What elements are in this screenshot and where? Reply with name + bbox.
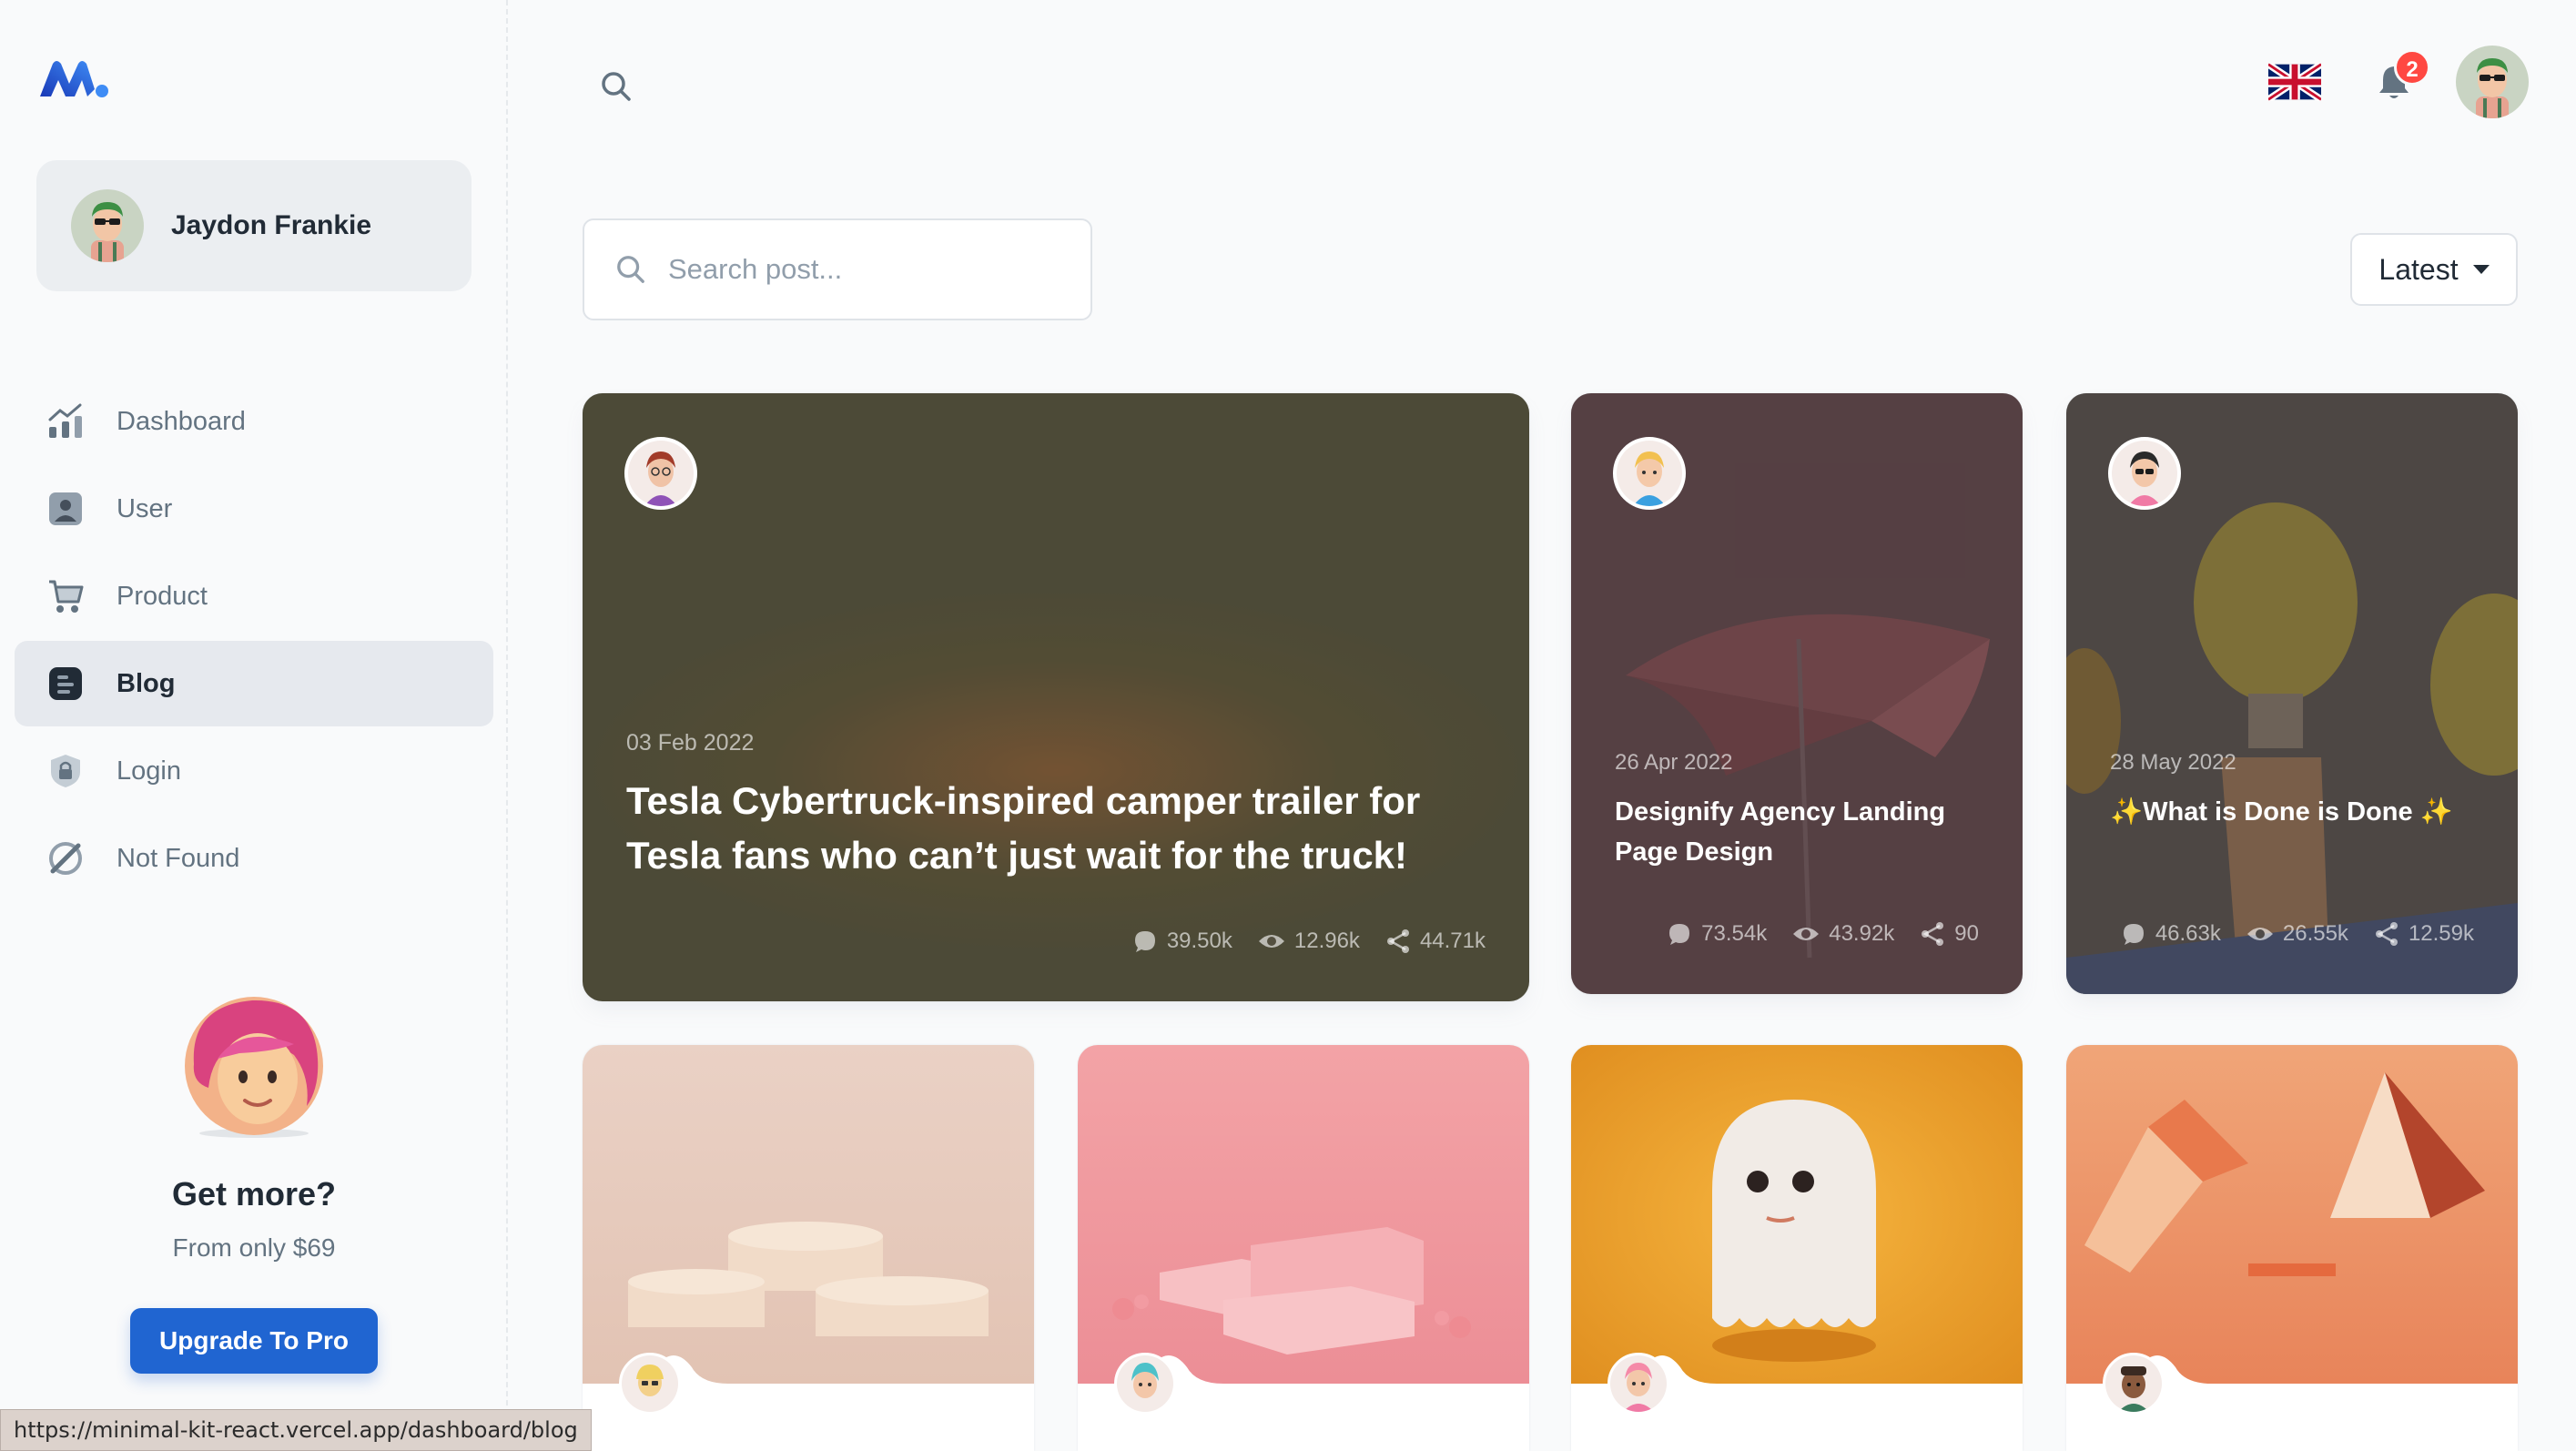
logo-icon[interactable] bbox=[36, 56, 109, 102]
user-avatar[interactable] bbox=[2456, 46, 2529, 118]
account-avatar bbox=[71, 189, 144, 262]
post-stats: 39.50k 12.96k 44.71k bbox=[1132, 928, 1486, 954]
promo-section: Get more? From only $69 Upgrade To Pro bbox=[0, 988, 508, 1374]
post-author-avatar[interactable] bbox=[2103, 1353, 2165, 1415]
status-url: https://minimal-kit-react.vercel.app/das… bbox=[0, 1409, 592, 1451]
nav-list: Dashboard User Product Blog Login Not Fo… bbox=[15, 379, 493, 903]
comments-stat: 39.50k bbox=[1132, 928, 1232, 954]
nav-item-not-found[interactable]: Not Found bbox=[15, 816, 493, 901]
nav-label: Login bbox=[117, 756, 181, 786]
lock-icon bbox=[46, 751, 86, 791]
post-card-featured[interactable]: 03 Feb 2022 Tesla Cybertruck-inspired ca… bbox=[583, 393, 1529, 1001]
cart-icon bbox=[46, 576, 86, 616]
account-card[interactable]: Jaydon Frankie bbox=[36, 160, 472, 291]
upgrade-button[interactable]: Upgrade To Pro bbox=[130, 1308, 378, 1374]
shares-stat: 90 bbox=[1920, 921, 1979, 947]
sort-select[interactable]: Latest bbox=[2350, 233, 2518, 306]
share-icon bbox=[1386, 929, 1409, 953]
promo-title: Get more? bbox=[171, 1175, 337, 1213]
header-actions: 2 bbox=[2268, 46, 2529, 118]
post-title[interactable]: Designify Agency Landing Page Design bbox=[1615, 792, 1979, 872]
slash-circle-icon bbox=[46, 838, 86, 878]
nav-label: User bbox=[117, 493, 173, 523]
comments-stat: 73.54k bbox=[1667, 921, 1767, 947]
notification-badge: 2 bbox=[2394, 49, 2430, 86]
share-icon bbox=[2375, 922, 2398, 946]
post-date: 26 Apr 2022 bbox=[1615, 750, 1733, 775]
post-card[interactable] bbox=[583, 1045, 1034, 1451]
eye-icon bbox=[2246, 928, 2273, 940]
account-name: Jaydon Frankie bbox=[171, 210, 372, 240]
post-card[interactable]: 26 Apr 2022 Designify Agency Landing Pag… bbox=[1571, 393, 2023, 994]
post-stats: 46.63k 26.55k 12.59k bbox=[2121, 921, 2474, 947]
promo-subtitle: From only $69 bbox=[172, 1233, 336, 1262]
eye-icon bbox=[1793, 928, 1820, 940]
nav-label: Blog bbox=[117, 668, 176, 698]
search-icon bbox=[602, 72, 631, 101]
search-post-field[interactable] bbox=[583, 218, 1092, 320]
views-stat: 26.55k bbox=[2246, 921, 2348, 947]
shares-stat: 44.71k bbox=[1385, 928, 1486, 954]
nav-item-dashboard[interactable]: Dashboard bbox=[15, 379, 493, 464]
chart-bar-icon bbox=[46, 401, 86, 441]
post-author-avatar[interactable] bbox=[1114, 1353, 1176, 1415]
post-cover-image bbox=[583, 1045, 1034, 1384]
post-author-avatar[interactable] bbox=[624, 437, 697, 510]
promo-illustration bbox=[181, 988, 327, 1139]
post-author-avatar[interactable] bbox=[1613, 437, 1686, 510]
search-toggle-button[interactable] bbox=[593, 64, 639, 109]
eye-icon bbox=[1258, 935, 1284, 948]
post-title[interactable]: Tesla Cybertruck-inspired camper trailer… bbox=[626, 774, 1445, 883]
nav-item-blog[interactable]: Blog bbox=[15, 641, 493, 726]
post-author-avatar[interactable] bbox=[2108, 437, 2181, 510]
comment-icon bbox=[2123, 924, 2144, 945]
shares-stat: 12.59k bbox=[2374, 921, 2474, 947]
post-date: 28 May 2022 bbox=[2110, 750, 2236, 775]
comment-icon bbox=[1669, 924, 1690, 945]
post-stats: 73.54k 43.92k 90 bbox=[1667, 921, 1979, 947]
search-icon bbox=[617, 256, 644, 283]
views-stat: 43.92k bbox=[1792, 921, 1894, 947]
caret-down-icon bbox=[2472, 265, 2490, 274]
views-stat: 12.96k bbox=[1258, 928, 1360, 954]
post-card[interactable]: 28 May 2022 ✨What is Done is Done ✨ 46.6… bbox=[2066, 393, 2518, 994]
comment-icon bbox=[1134, 931, 1155, 952]
nav-item-login[interactable]: Login bbox=[15, 728, 493, 814]
uk-flag-icon[interactable] bbox=[2268, 63, 2321, 101]
post-cover-image bbox=[2066, 1045, 2518, 1384]
post-card[interactable] bbox=[1571, 1045, 2023, 1451]
nav-item-product[interactable]: Product bbox=[15, 553, 493, 639]
post-author-avatar[interactable] bbox=[1607, 1353, 1669, 1415]
post-title[interactable]: ✨What is Done is Done ✨ bbox=[2110, 792, 2474, 832]
nav-label: Dashboard bbox=[117, 406, 246, 436]
nav-label: Product bbox=[117, 581, 208, 611]
nav-item-user[interactable]: User bbox=[15, 466, 493, 552]
nav-label: Not Found bbox=[117, 843, 240, 873]
comments-stat: 46.63k bbox=[2121, 921, 2221, 947]
post-card[interactable] bbox=[2066, 1045, 2518, 1451]
post-cover-image bbox=[1571, 1045, 2023, 1384]
post-cover-image bbox=[1078, 1045, 1529, 1384]
user-icon bbox=[46, 489, 86, 529]
post-author-avatar[interactable] bbox=[619, 1353, 681, 1415]
sidebar: Jaydon Frankie Dashboard User Product Bl… bbox=[0, 0, 508, 1451]
post-date: 03 Feb 2022 bbox=[626, 730, 755, 756]
share-icon bbox=[1922, 922, 1944, 946]
post-card[interactable] bbox=[1078, 1045, 1529, 1451]
sort-label: Latest bbox=[2378, 252, 2459, 286]
notifications-button[interactable]: 2 bbox=[2368, 49, 2430, 107]
blog-icon bbox=[46, 664, 86, 704]
search-post-input[interactable] bbox=[668, 253, 1050, 286]
